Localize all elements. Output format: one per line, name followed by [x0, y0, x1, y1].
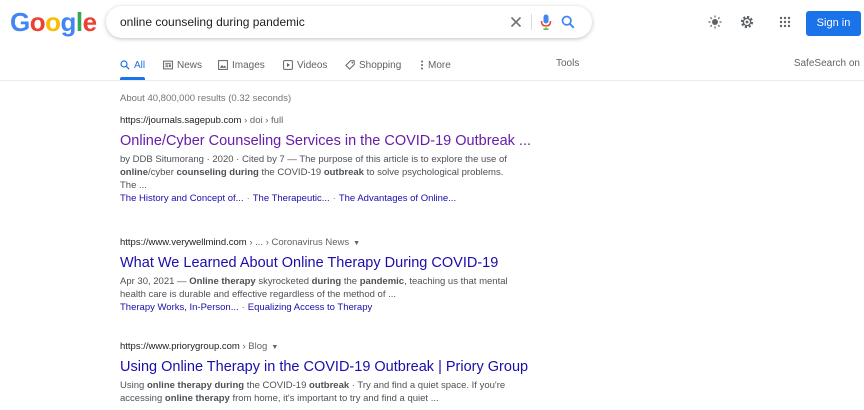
logo-letter: G — [10, 7, 30, 37]
snippet-text: counseling — [176, 167, 227, 178]
news-icon — [163, 60, 173, 70]
close-icon[interactable] — [506, 12, 526, 32]
search-result: https://journals.sagepub.com › doi › ful… — [120, 115, 540, 205]
snippet-text: outbreak — [323, 167, 364, 178]
sitelink-separator: · — [241, 302, 245, 313]
snippet-text: skyrocketed — [255, 276, 312, 287]
snippet-text: Online therapy — [189, 276, 256, 287]
result-sitelinks: The History and Concept of... · The Therap… — [120, 192, 540, 205]
tab-label: Images — [232, 59, 265, 71]
tab-label: More — [428, 59, 451, 71]
search-input[interactable] — [120, 6, 480, 38]
chevron-down-icon[interactable]: ▼ — [271, 344, 278, 351]
result-snippet: Using online therapy during the COVID-19… — [120, 379, 520, 405]
snippet-text: online therapy during — [146, 380, 245, 391]
sign-in-button[interactable]: Sign in — [806, 11, 861, 36]
tab-images[interactable]: Images — [218, 58, 265, 72]
tab-label: Shopping — [359, 59, 402, 71]
logo-letter: o — [29, 7, 46, 37]
cite-path: › Blog — [239, 341, 268, 352]
sitelink[interactable]: The Advantages of Online... — [339, 193, 456, 204]
search-box — [106, 6, 592, 38]
gear-icon[interactable] — [737, 12, 757, 32]
tab-shopping[interactable]: Shopping — [345, 58, 401, 72]
header: Google online counseling during pandemic… — [0, 0, 864, 48]
chevron-down-icon[interactable]: ▼ — [353, 240, 360, 247]
snippet-text: the COVID-19 — [244, 380, 310, 391]
logo-letter: o — [45, 7, 61, 37]
logo-letter: l — [75, 7, 83, 37]
sitelink[interactable]: The History and Concept of... — [120, 193, 244, 204]
snippet-text: online — [120, 167, 148, 178]
tab-label: All — [134, 59, 146, 71]
search-result: https://www.verywellmind.com › ... › Cor… — [120, 237, 540, 314]
tab-all[interactable]: All — [120, 58, 146, 80]
sitelink[interactable]: Therapy Works, In-Person... — [120, 302, 239, 313]
result-stats: About 40,800,000 results (0.32 seconds) — [120, 93, 292, 104]
snippet-text: the COVID-19 — [258, 167, 324, 178]
result-cite[interactable]: https://www.priorygroup.com › Blog ▼ — [120, 341, 540, 353]
snippet-text: from home, it's important to try and fin… — [229, 393, 439, 404]
tab-label: News — [177, 59, 203, 71]
snippet-text: online therapy — [164, 393, 230, 404]
cite-domain: https://journals.sagepub.com — [120, 115, 242, 126]
result-snippet: Apr 30, 2021 — Online therapy skyrockete… — [120, 275, 520, 301]
logo-letter: g — [60, 7, 77, 37]
google-logo[interactable]: Google — [10, 7, 97, 38]
result-cite[interactable]: https://journals.sagepub.com › doi › ful… — [120, 115, 540, 127]
snippet-text: pandemic — [359, 276, 405, 287]
logo-letter: e — [82, 7, 97, 37]
result-sitelinks: Therapy Works, In-Person... · Equalizing A… — [120, 301, 540, 314]
search-divider — [531, 14, 532, 30]
tab-videos[interactable]: Videos — [283, 58, 327, 72]
tag-icon — [345, 60, 355, 70]
snippet-text: by DDB Situmorang · 2020 · Cited by 7 — … — [120, 154, 507, 165]
search-result: https://www.priorygroup.com › Blog ▼ Usin… — [120, 341, 540, 405]
result-cite[interactable]: https://www.verywellmind.com › ... › Cor… — [120, 237, 540, 249]
sitelink[interactable]: The Therapeutic... — [253, 193, 330, 204]
snippet-text: during — [229, 167, 259, 178]
tab-label: Videos — [297, 59, 328, 71]
result-title[interactable]: Using Online Therapy in the COVID-19 Out… — [120, 358, 540, 376]
sitelink[interactable]: Equalizing Access to Therapy — [248, 302, 372, 313]
search-tabs: All News Images Videos Shopping More Too… — [0, 54, 864, 81]
mic-icon[interactable] — [536, 12, 556, 32]
sitelink-separator: · — [332, 193, 336, 204]
snippet-text: /cyber — [147, 167, 177, 178]
cite-path: › ... › Coronavirus News — [246, 237, 350, 248]
tab-news[interactable]: News — [163, 58, 202, 72]
search-icon — [120, 60, 130, 70]
cite-domain: https://www.verywellmind.com — [120, 237, 247, 248]
apps-grid-icon[interactable] — [775, 12, 795, 32]
video-icon — [283, 60, 293, 70]
sun-icon[interactable] — [705, 12, 725, 32]
result-snippet: by DDB Situmorang · 2020 · Cited by 7 — … — [120, 153, 520, 192]
snippet-text: during — [311, 276, 342, 287]
cite-path: › doi › full — [241, 115, 284, 126]
snippet-text: Apr 30, 2021 — — [120, 276, 190, 287]
snippet-text: Using — [120, 380, 147, 391]
search-icon[interactable] — [558, 12, 578, 32]
result-title[interactable]: What We Learned About Online Therapy Dur… — [120, 254, 540, 272]
snippet-text: the — [341, 276, 360, 287]
more-vert-icon — [421, 60, 423, 70]
tools-button[interactable]: Tools — [556, 58, 579, 69]
cite-domain: https://www.priorygroup.com — [120, 341, 240, 352]
image-icon — [218, 60, 228, 70]
tab-more[interactable]: More — [420, 58, 451, 72]
snippet-text: outbreak — [309, 380, 350, 391]
safesearch-toggle[interactable]: SafeSearch on — [794, 58, 860, 69]
sitelink-separator: · — [246, 193, 250, 204]
result-title[interactable]: Online/Cyber Counseling Services in the … — [120, 132, 540, 150]
